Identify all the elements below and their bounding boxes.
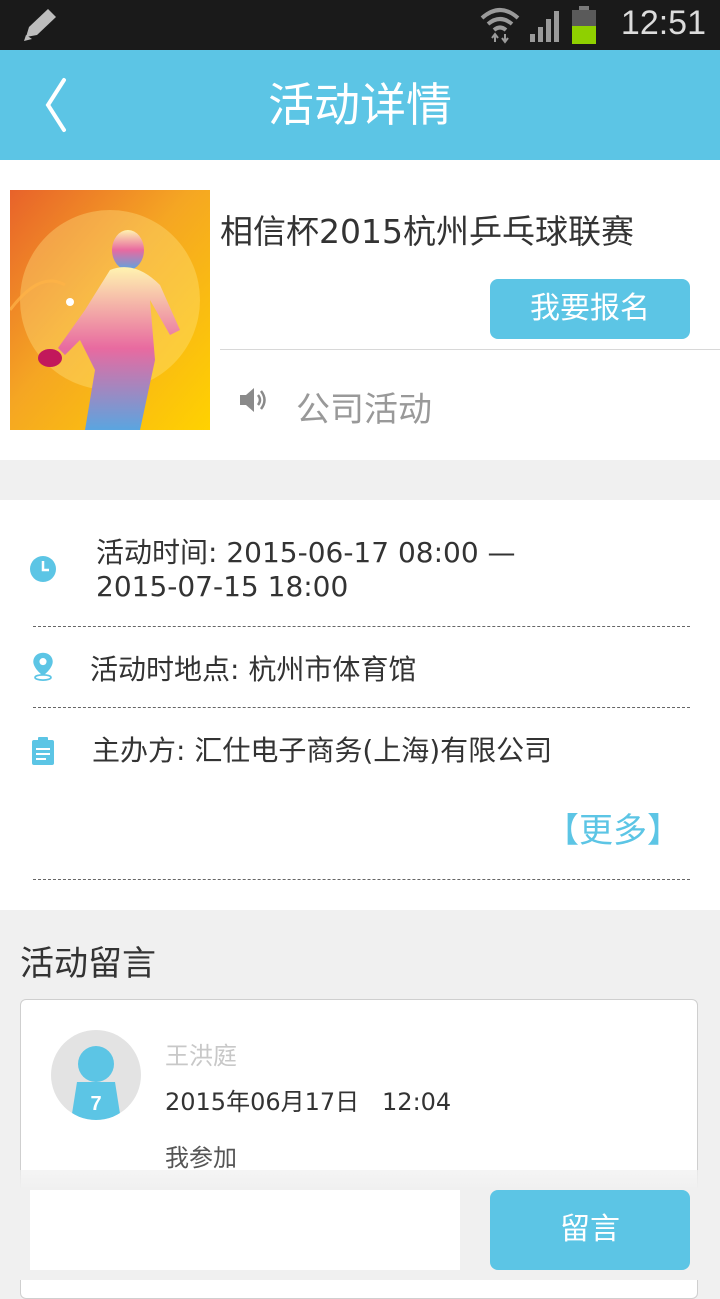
status-time: 12:51 xyxy=(620,4,706,42)
title-bar: 活动详情 xyxy=(0,50,720,160)
signal-icon xyxy=(530,11,559,42)
page-title: 活动详情 xyxy=(268,78,452,132)
location-pin-icon xyxy=(33,652,53,681)
event-time-end: 2015-07-15 18:00 xyxy=(96,570,349,603)
more-link[interactable]: 【更多】 xyxy=(545,803,681,852)
status-bar: 12:51 xyxy=(0,0,720,50)
clock-icon xyxy=(30,556,56,582)
clipboard-icon xyxy=(32,737,54,765)
user-avatar-icon: 7 xyxy=(71,1046,121,1120)
avatar-badge: 7 xyxy=(90,1093,101,1115)
comments-title: 活动留言 xyxy=(20,944,156,984)
signup-button[interactable]: 我要报名 xyxy=(490,279,690,339)
comment-composer: 留言 xyxy=(0,1170,720,1280)
comment-user: 王洪庭 xyxy=(165,1042,237,1070)
wifi-icon xyxy=(480,8,520,44)
event-title: 相信杯2015杭州乒乓球联赛 xyxy=(220,212,634,251)
chevron-left-icon xyxy=(45,78,66,132)
comment-text: 我参加 xyxy=(165,1144,237,1172)
divider xyxy=(220,349,720,350)
post-comment-button[interactable]: 留言 xyxy=(490,1190,690,1270)
divider xyxy=(33,707,690,708)
event-poster-image[interactable] xyxy=(10,190,210,430)
event-category: 公司活动 xyxy=(296,390,432,430)
battery-icon xyxy=(572,6,596,44)
event-card: 相信杯2015杭州乒乓球联赛 我要报名 公司活动 xyxy=(0,160,720,460)
event-time-start: 活动时间: 2015-06-17 08:00 — xyxy=(96,536,516,569)
event-organizer: 主办方: 汇仕电子商务(上海)有限公司 xyxy=(92,734,553,767)
divider xyxy=(33,879,690,880)
event-location: 活动时地点: 杭州市体育馆 xyxy=(90,653,417,686)
avatar[interactable]: 7 xyxy=(51,1030,141,1120)
comment-time: 2015年06月17日 12:04 xyxy=(165,1088,452,1116)
divider xyxy=(33,626,690,627)
edit-icon xyxy=(24,9,56,41)
comment-input[interactable] xyxy=(30,1190,460,1270)
event-info-section: 活动时间: 2015-06-17 08:00 — 2015-07-15 18:0… xyxy=(0,500,720,910)
back-button[interactable] xyxy=(30,70,90,140)
speaker-icon xyxy=(240,388,266,412)
